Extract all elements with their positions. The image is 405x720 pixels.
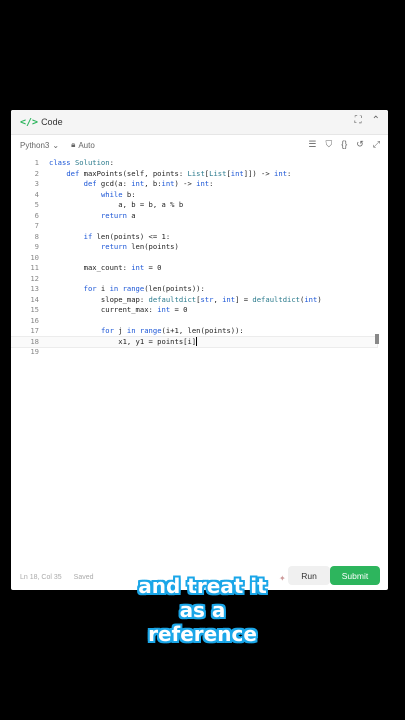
line-number: 1 <box>34 158 39 167</box>
code-text: return len(points) <box>100 242 179 251</box>
code-line[interactable]: 1 class Solution: <box>11 158 377 169</box>
code-line[interactable]: 13 for i in range(len(points)): <box>11 284 377 295</box>
code-line[interactable]: 10 <box>11 253 377 264</box>
chevron-up-icon[interactable]: ⌃ <box>372 115 380 126</box>
language-label: Python3 <box>20 140 50 150</box>
code-line[interactable]: 8 if len(points) <= 1: <box>11 232 377 243</box>
code-icon: </> <box>20 116 39 128</box>
code-line[interactable]: 6 return a <box>11 211 377 222</box>
code-line[interactable]: 7 <box>11 221 377 232</box>
code-line[interactable]: 19 <box>11 347 377 358</box>
line-number: 4 <box>34 189 39 199</box>
auto-mode[interactable]: 🔒︎ Auto <box>71 140 95 150</box>
caption-line: as a <box>179 598 226 622</box>
code-text: max_count: int = 0 <box>49 263 162 272</box>
line-number: 3 <box>34 179 39 188</box>
code-text: def gcd(a: int, b:int) -> int: <box>83 179 214 188</box>
code-editor[interactable]: 1 class Solution: 2 def maxPoints(self, po… <box>11 158 388 558</box>
code-text: for j in range(i+1, len(points)): <box>100 326 244 335</box>
code-text: def maxPoints(self, points: List[List[in… <box>66 168 292 178</box>
code-text: a, b = b, a % b <box>49 200 184 209</box>
code-text: class Solution: <box>49 158 114 167</box>
line-number: 18 <box>30 336 39 346</box>
code-line[interactable]: 4 while b: <box>11 190 377 201</box>
line-number: 13 <box>30 284 39 293</box>
code-line[interactable]: 15 current_max: int = 0 <box>11 305 377 316</box>
line-number: 2 <box>34 168 39 178</box>
text-cursor <box>196 337 198 346</box>
line-number: 7 <box>34 221 39 230</box>
expand-icon[interactable]: ⛶ <box>355 115 362 126</box>
line-number: 17 <box>30 326 39 335</box>
auto-label: Auto <box>78 140 95 150</box>
line-number: 5 <box>34 200 39 209</box>
line-number: 14 <box>30 294 39 304</box>
code-line[interactable]: 5 a, b = b, a % b <box>11 200 377 211</box>
code-line[interactable]: 18 x1, y1 = points[i] <box>11 335 378 348</box>
chevron-down-icon: ⌄ <box>52 140 60 150</box>
code-line[interactable]: 12 <box>11 274 377 285</box>
line-number: 8 <box>34 231 39 241</box>
caption-line: and treat it <box>138 574 267 598</box>
code-text: while b: <box>100 189 136 199</box>
code-line[interactable]: 9 return len(points) <box>11 242 377 253</box>
code-text: return a <box>100 210 136 220</box>
code-line[interactable]: 3 def gcd(a: int, b:int) -> int: <box>11 179 377 190</box>
code-line[interactable]: 2 def maxPoints(self, points: List[List[… <box>11 169 377 180</box>
line-number: 15 <box>30 305 39 314</box>
code-line[interactable]: 16 <box>11 316 377 327</box>
line-number: 11 <box>30 263 39 272</box>
fullscreen-icon[interactable]: ⤢ <box>373 139 380 150</box>
line-number: 16 <box>30 315 39 325</box>
code-line[interactable]: 11 max_count: int = 0 <box>11 263 377 274</box>
line-number: 6 <box>34 210 39 220</box>
editor-toolbar: Python3 ⌄ 🔒︎ Auto ☰ ⛉ {} ↺ ⤢ <box>11 135 388 155</box>
language-select[interactable]: Python3 ⌄ <box>20 141 59 150</box>
line-number: 12 <box>30 273 39 283</box>
caption-line: reference <box>148 622 257 646</box>
format-icon[interactable]: ☰ <box>308 139 316 150</box>
line-number: 10 <box>30 252 39 262</box>
code-line[interactable]: 14 slope_map: defaultdict[str, int] = de… <box>11 295 377 306</box>
panel-title: Code <box>41 117 63 127</box>
braces-icon[interactable]: {} <box>341 139 347 150</box>
undo-icon[interactable]: ↺ <box>356 139 364 150</box>
code-panel: </> Code ⛶ ⌃ Python3 ⌄ 🔒︎ Auto ☰ ⛉ {} ↺ … <box>11 110 388 590</box>
code-text: slope_map: defaultdict[str, int] = defau… <box>49 294 322 304</box>
code-text: current_max: int = 0 <box>49 305 188 314</box>
code-line[interactable]: 17 for j in range(i+1, len(points)): <box>11 326 377 337</box>
subtitle-caption: and treat it as a reference <box>0 574 405 646</box>
bookmark-icon[interactable]: ⛉ <box>325 139 332 150</box>
line-number: 19 <box>30 347 39 356</box>
scrollbar-marker[interactable] <box>375 334 379 344</box>
code-text: x1, y1 = points[i] <box>49 336 198 346</box>
lock-icon: 🔒︎ <box>71 140 76 149</box>
panel-titlebar: </> Code ⛶ ⌃ <box>11 110 388 135</box>
code-text: if len(points) <= 1: <box>83 231 171 241</box>
code-text: for i in range(len(points)): <box>83 284 205 293</box>
line-number: 9 <box>34 242 39 251</box>
